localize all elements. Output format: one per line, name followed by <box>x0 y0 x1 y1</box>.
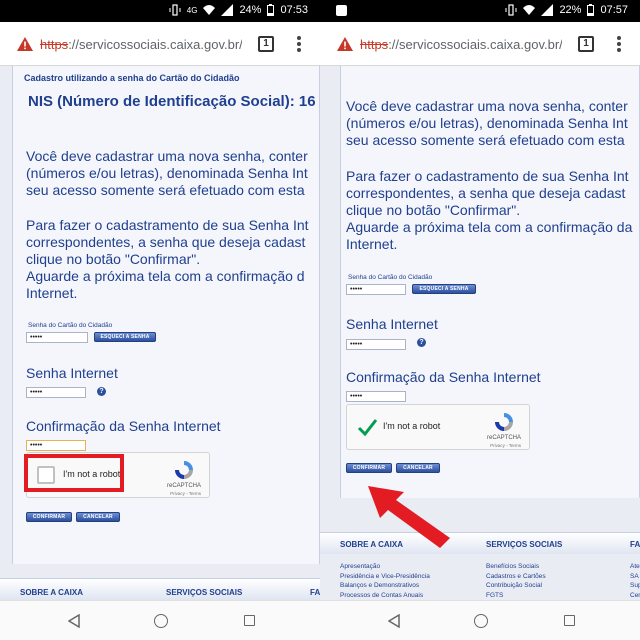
forgot-password-button[interactable]: ESQUECI A SENHA <box>94 332 156 342</box>
confirm-password-input[interactable]: ••••• <box>26 440 86 451</box>
footer-col2-title: SERVIÇOS SOCIAIS <box>166 588 243 597</box>
footer-col3-title: FA <box>630 540 640 549</box>
image-notification-icon <box>336 5 347 16</box>
recaptcha-label: I'm not a robot <box>383 421 441 431</box>
vibrate-icon <box>505 4 517 16</box>
recaptcha-logo-icon <box>175 461 193 479</box>
browser-menu-icon[interactable] <box>616 36 622 54</box>
instructions-paragraph-1: Você deve cadastrar uma nova senha, cont… <box>346 98 628 148</box>
internet-password-label: Senha Internet <box>346 316 438 332</box>
home-icon[interactable] <box>474 614 488 628</box>
instructions-paragraph-2: Para fazer o cadastramento de sua Senha … <box>26 217 309 301</box>
home-icon[interactable] <box>154 614 168 628</box>
internet-password-input[interactable]: ••••• <box>26 387 86 398</box>
footer-link[interactable]: FGTS <box>486 591 503 601</box>
web-content: Cadastro utilizando a senha do Cartão do… <box>0 66 320 600</box>
section-header: Cadastro utilizando a senha do Cartão do… <box>24 73 240 83</box>
tab-switcher-button[interactable]: 1 <box>258 36 274 52</box>
red-arrow-annotation-icon <box>368 486 450 548</box>
help-icon[interactable]: ? <box>97 387 106 396</box>
footer-col1-title: SOBRE A CAIXA <box>20 588 83 597</box>
help-icon[interactable]: ? <box>417 338 426 347</box>
footer-link[interactable]: Cen <box>630 591 640 601</box>
android-nav-bar <box>320 600 640 640</box>
clock: 07:53 <box>280 4 308 16</box>
footer-link[interactable]: Sup <box>630 581 640 591</box>
instructions-paragraph-1: Você deve cadastrar uma nova senha, cont… <box>26 148 308 198</box>
url-text: ://servicossociais.caixa.gov.br/Ca <box>388 36 562 52</box>
internet-password-input[interactable]: ••••• <box>346 339 406 350</box>
footer-link[interactable]: SA <box>630 572 639 582</box>
recent-apps-icon[interactable] <box>564 615 575 626</box>
browser-toolbar: https://servicossociais.caixa.gov.br/Ca … <box>320 22 640 66</box>
url-text: ://servicossociais.caixa.gov.br/Ca <box>68 36 242 52</box>
card-password-label: Senha do Cartão do Cidadão <box>28 322 113 329</box>
confirm-button[interactable]: CONFIRMAR <box>346 463 392 473</box>
confirm-password-input[interactable]: ••••• <box>346 391 406 402</box>
url-scheme: https <box>40 36 69 52</box>
forgot-password-button[interactable]: ESQUECI A SENHA <box>412 284 476 294</box>
screen-1: 4G 24% 07:53 https://servicossociais.cai… <box>0 0 320 640</box>
footer-link[interactable]: Ate <box>630 562 640 572</box>
cancel-button[interactable]: CANCELAR <box>76 512 120 522</box>
footer-link[interactable]: Presidência e Vice-Presidência <box>340 572 430 582</box>
battery-percent: 22% <box>559 4 582 16</box>
recaptcha-checkmark-icon[interactable] <box>357 417 377 437</box>
instructions-paragraph-2: Para fazer o cadastramento de sua Senha … <box>346 168 633 252</box>
recaptcha-brand: reCAPTCHA <box>166 483 201 489</box>
recaptcha-logo-icon <box>495 413 513 431</box>
nis-title: NIS (Número de Identificação Social): 16 <box>28 93 316 110</box>
footer-link[interactable]: Contribuição Social <box>486 581 542 591</box>
network-type: 4G <box>186 5 198 15</box>
confirm-password-label: Confirmação da Senha Internet <box>26 418 221 434</box>
footer-col3-title: FA <box>310 588 320 597</box>
cancel-button[interactable]: CANCELAR <box>396 463 440 473</box>
recaptcha-brand: reCAPTCHA <box>486 435 521 441</box>
clock: 07:57 <box>600 4 628 16</box>
recent-apps-icon[interactable] <box>244 615 255 626</box>
footer-link[interactable]: Benefícios Sociais <box>486 562 539 572</box>
back-icon[interactable] <box>68 614 80 628</box>
vibrate-icon <box>169 4 181 16</box>
wifi-icon <box>203 5 216 15</box>
signal-icon <box>541 4 554 16</box>
footer-link[interactable]: Apresentação <box>340 562 380 572</box>
footer-col2-title: SERVIÇOS SOCIAIS <box>486 540 563 549</box>
confirm-button[interactable]: CONFIRMAR <box>26 512 72 522</box>
footer-link[interactable]: Balanços e Demonstrativos <box>340 581 419 591</box>
status-bar: 4G 24% 07:53 <box>0 0 320 22</box>
browser-toolbar: https://servicossociais.caixa.gov.br/Ca … <box>0 22 320 66</box>
highlight-box <box>24 454 124 492</box>
not-secure-warning-icon[interactable] <box>16 36 34 52</box>
android-nav-bar <box>0 600 320 640</box>
recaptcha-privacy-terms[interactable]: Privacy - Terms <box>170 491 201 496</box>
recaptcha-widget: I'm not a robot reCAPTCHA Privacy - Term… <box>346 404 530 450</box>
back-icon[interactable] <box>388 614 400 628</box>
recaptcha-privacy-terms[interactable]: Privacy - Terms <box>490 443 521 448</box>
url-scheme: https <box>360 36 389 52</box>
not-secure-warning-icon[interactable] <box>336 36 354 52</box>
card-password-label: Senha do Cartão do Cidadão <box>348 274 433 281</box>
footer-link[interactable]: Cadastros e Cartões <box>486 572 546 582</box>
footer-link[interactable]: Processos de Contas Anuais <box>340 591 423 601</box>
battery-percent: 24% <box>239 4 262 16</box>
confirm-password-label: Confirmação da Senha Internet <box>346 369 541 385</box>
battery-icon <box>267 4 275 16</box>
internet-password-label: Senha Internet <box>26 365 118 381</box>
card-password-input[interactable]: ••••• <box>26 332 88 343</box>
url-bar[interactable]: https://servicossociais.caixa.gov.br/Ca <box>8 29 242 59</box>
url-bar[interactable]: https://servicossociais.caixa.gov.br/Ca <box>328 29 562 59</box>
signal-icon <box>221 4 234 16</box>
browser-menu-icon[interactable] <box>296 36 302 54</box>
status-bar: 22% 07:57 <box>320 0 640 22</box>
tab-switcher-button[interactable]: 1 <box>578 36 594 52</box>
battery-icon <box>587 4 595 16</box>
wifi-icon <box>523 5 536 15</box>
card-password-input[interactable]: ••••• <box>346 284 406 295</box>
